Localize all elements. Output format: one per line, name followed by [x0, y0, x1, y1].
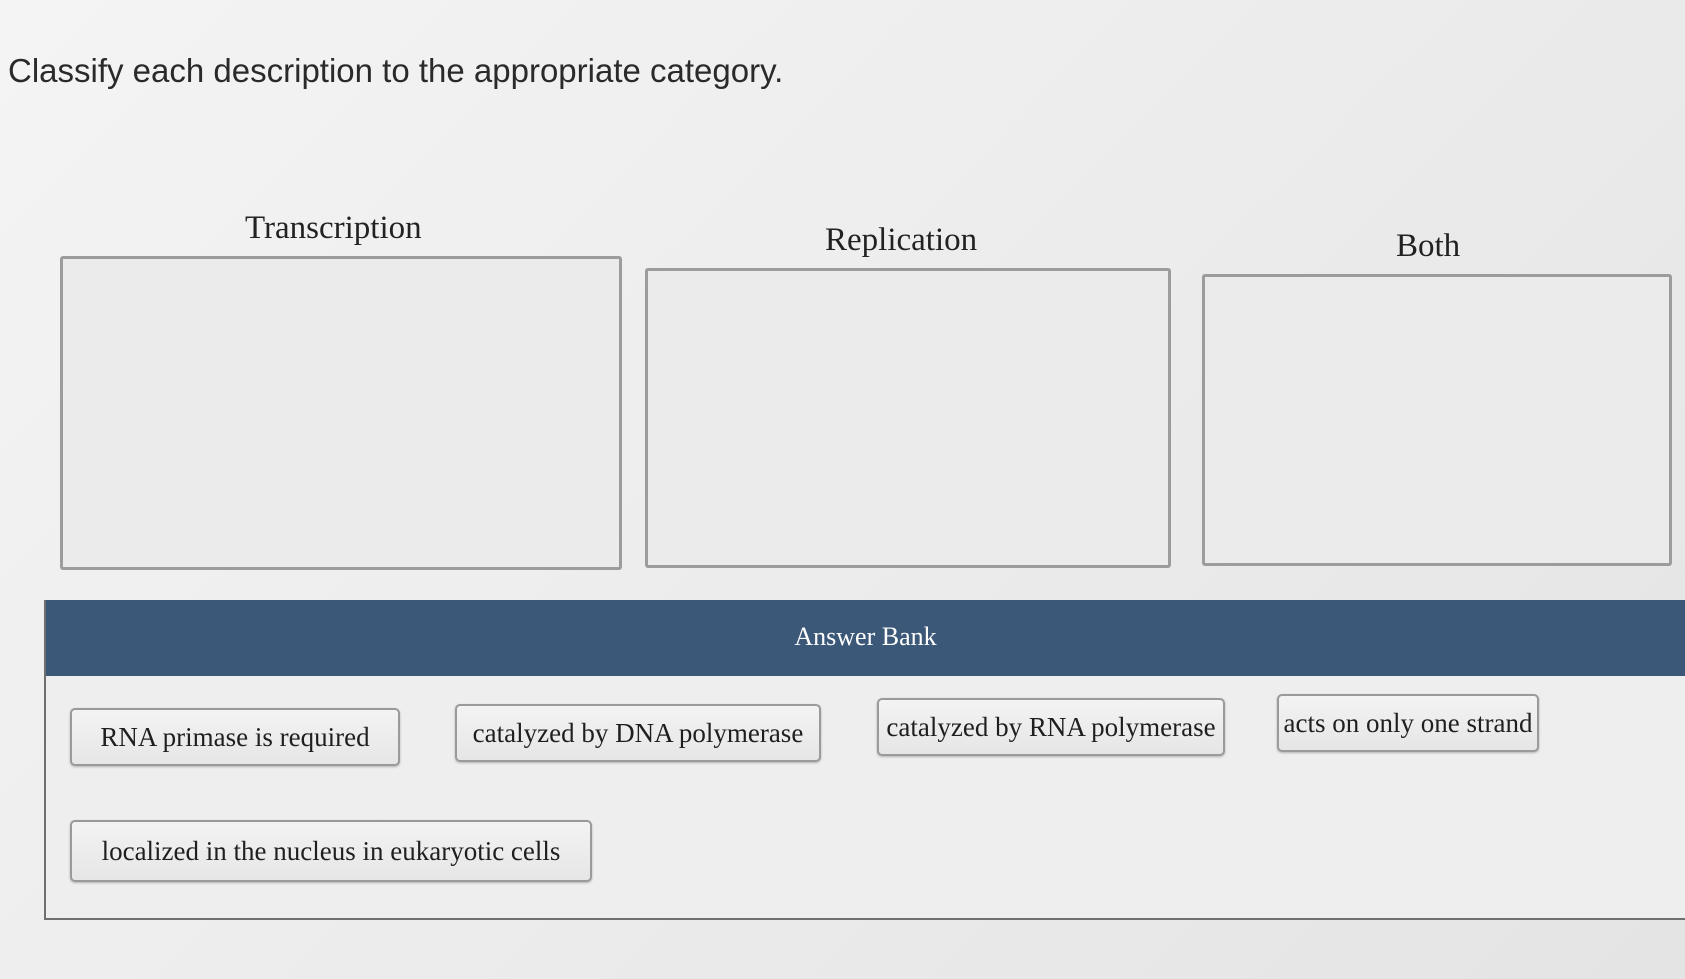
- answer-item-rna-polymerase[interactable]: catalyzed by RNA polymerase: [877, 698, 1225, 756]
- answer-item-label: catalyzed by DNA polymerase: [472, 717, 804, 748]
- category-title-both: Both: [1396, 228, 1461, 264]
- dropzone-replication[interactable]: [645, 268, 1171, 568]
- category-title-replication: Replication: [825, 222, 978, 258]
- answer-item-one-strand[interactable]: acts on only one strand: [1277, 694, 1539, 752]
- answer-item-label: RNA primase is required: [100, 721, 370, 752]
- answer-bank: Answer Bank RNA primase is required cata…: [44, 600, 1685, 920]
- answer-item-nucleus[interactable]: localized in the nucleus in eukaryotic c…: [70, 820, 592, 882]
- answer-bank-header: Answer Bank: [46, 600, 1685, 676]
- answer-item-label: localized in the nucleus in eukaryotic c…: [101, 835, 561, 866]
- dropzone-both[interactable]: [1202, 274, 1672, 566]
- dropzone-transcription[interactable]: [60, 256, 622, 570]
- answer-bank-title: Answer Bank: [794, 622, 937, 651]
- answer-item-label: catalyzed by RNA polymerase: [886, 711, 1216, 742]
- category-title-transcription: Transcription: [245, 210, 422, 246]
- answer-item-dna-polymerase[interactable]: catalyzed by DNA polymerase: [455, 704, 821, 762]
- question-prompt: Classify each description to the appropr…: [8, 52, 784, 89]
- answer-item-label: acts on only one strand: [1283, 707, 1533, 738]
- answer-item-rna-primase[interactable]: RNA primase is required: [70, 708, 400, 766]
